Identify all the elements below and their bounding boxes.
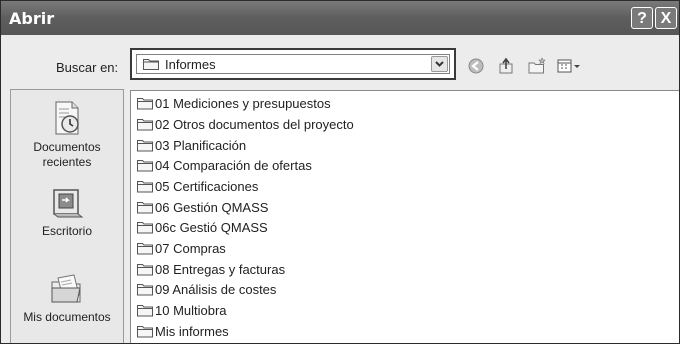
folder-icon bbox=[137, 222, 153, 234]
up-folder-icon[interactable] bbox=[497, 57, 517, 75]
place-recent-documents[interactable]: Documentos recientes bbox=[11, 100, 123, 170]
file-name: 07 Compras bbox=[155, 241, 226, 256]
help-button[interactable]: ? bbox=[631, 7, 653, 29]
file-name: 09 Análisis de costes bbox=[155, 282, 277, 297]
file-name: 06 Gestión QMASS bbox=[155, 200, 269, 215]
folder-icon bbox=[137, 243, 153, 255]
place-my-documents[interactable]: Mis documentos bbox=[11, 272, 123, 325]
folder-icon bbox=[137, 98, 153, 110]
file-name: 02 Otros documentos del proyecto bbox=[155, 117, 354, 132]
file-name: 10 Multiobra bbox=[155, 303, 227, 318]
new-folder-icon[interactable] bbox=[527, 57, 547, 75]
file-name: 05 Certificaciones bbox=[155, 179, 259, 194]
folder-icon bbox=[137, 202, 153, 214]
file-name: 06c Gestió QMASS bbox=[155, 220, 268, 235]
close-button[interactable]: X bbox=[655, 7, 677, 29]
chevron-down-icon bbox=[435, 61, 444, 67]
folder-icon bbox=[137, 264, 153, 276]
folder-icon bbox=[137, 140, 153, 152]
open-dialog: Abrir ? X Buscar en: Informes Documentos… bbox=[0, 0, 680, 344]
place-desktop[interactable]: Escritorio bbox=[11, 186, 123, 239]
file-name: 03 Planificación bbox=[155, 138, 247, 153]
folder-icon bbox=[143, 59, 159, 70]
file-name: Mis informes bbox=[155, 324, 229, 339]
my-documents-icon bbox=[51, 274, 81, 303]
file-name: 08 Entregas y facturas bbox=[155, 262, 286, 277]
file-list[interactable]: 01 Mediciones y presupuestos 02 Otros do… bbox=[130, 90, 679, 343]
desktop-icon bbox=[53, 189, 84, 218]
look-in-label: Buscar en: bbox=[56, 60, 119, 75]
folder-icon bbox=[137, 305, 153, 317]
place-label: Escritorio bbox=[41, 224, 92, 238]
file-name: 01 Mediciones y presupuestos bbox=[155, 96, 331, 111]
folder-icon bbox=[137, 284, 153, 296]
title-bar[interactable]: Abrir ? X bbox=[1, 1, 679, 35]
view-menu-icon[interactable] bbox=[557, 57, 583, 75]
file-name: 04 Comparación de ofertas bbox=[155, 158, 312, 173]
recent-documents-icon bbox=[55, 101, 79, 135]
folder-icon bbox=[137, 119, 153, 131]
look-in-combo-frame: Informes bbox=[130, 48, 456, 80]
places-bar: Documentos recientes Escritorio Mis docu… bbox=[10, 89, 124, 343]
combo-dropdown-button[interactable] bbox=[431, 56, 448, 72]
folder-icon bbox=[137, 326, 153, 338]
folder-icon bbox=[137, 160, 153, 172]
back-icon[interactable] bbox=[467, 57, 487, 75]
place-label: Mis documentos bbox=[23, 310, 111, 324]
folder-icon bbox=[137, 181, 153, 193]
look-in-value: Informes bbox=[165, 57, 216, 72]
place-label: Documentos recientes bbox=[33, 140, 101, 169]
look-in-combo[interactable]: Informes bbox=[136, 54, 450, 74]
window-title: Abrir bbox=[9, 9, 55, 28]
